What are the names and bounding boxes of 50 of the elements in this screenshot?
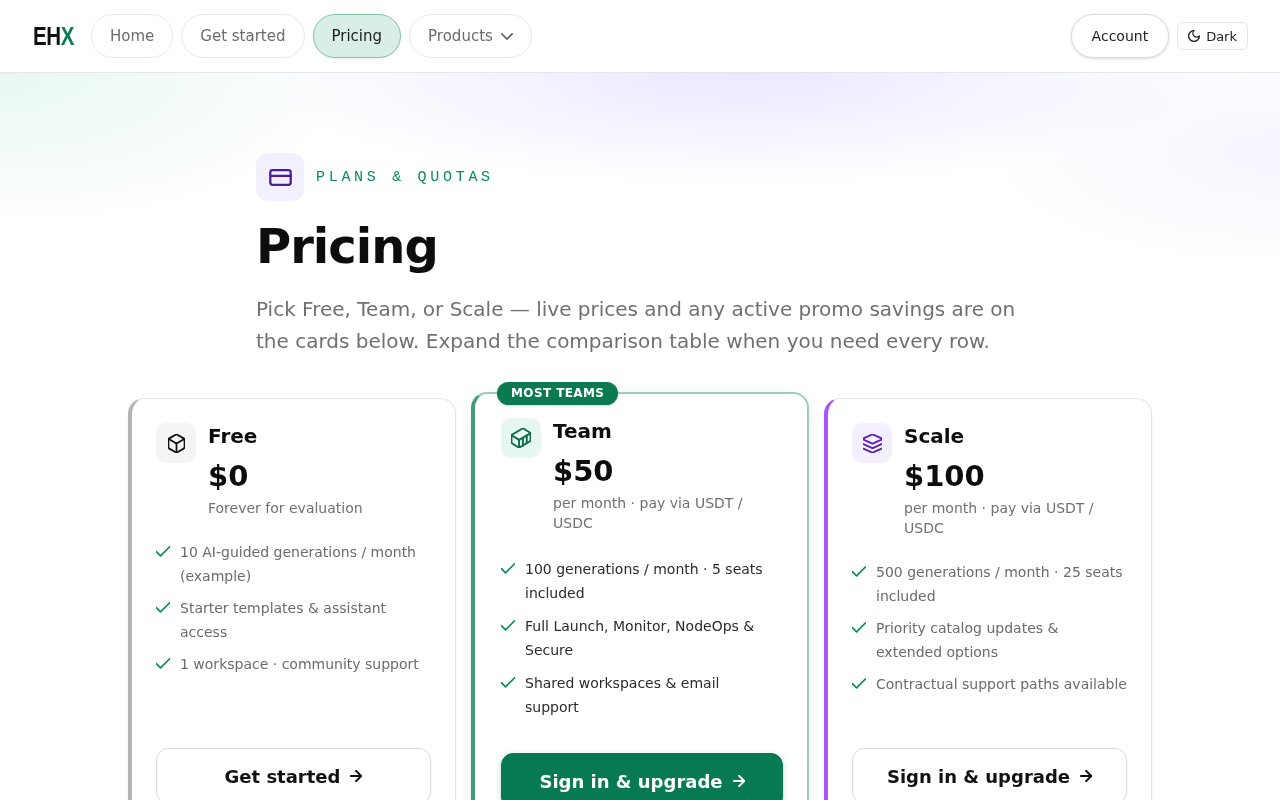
feature-text: Priority catalog updates & extended options bbox=[876, 619, 1060, 662]
container-icon bbox=[501, 418, 541, 458]
arrow-right-icon bbox=[732, 775, 745, 787]
page-title: Pricing bbox=[256, 220, 439, 273]
cta-button[interactable]: Sign in & upgrade bbox=[852, 748, 1127, 800]
nav-link[interactable]: Home bbox=[91, 14, 174, 58]
arrow-right-icon bbox=[350, 770, 363, 782]
plan-note: per month · pay via USDT / USDC bbox=[904, 499, 1095, 538]
feature-text: 1 workspace · community support bbox=[180, 655, 419, 674]
plan-name: Team bbox=[553, 418, 613, 444]
plan-note: per month · pay via USDT / USDC bbox=[553, 494, 744, 533]
chevron-down-icon bbox=[500, 32, 513, 40]
check-icon bbox=[156, 546, 170, 557]
nav-link[interactable]: Products bbox=[409, 14, 532, 58]
cta-button[interactable]: Sign in & upgrade bbox=[501, 753, 783, 800]
cta-button[interactable]: Get started bbox=[156, 748, 431, 800]
plan-badge: MOST TEAMS bbox=[497, 382, 619, 405]
account-button[interactable]: Account bbox=[1070, 14, 1170, 58]
plan-price: $50 bbox=[553, 453, 615, 490]
check-icon bbox=[501, 620, 515, 631]
plan-name: Free bbox=[208, 423, 259, 449]
arrow-right-icon bbox=[1080, 770, 1092, 782]
logo[interactable]: EHX bbox=[33, 23, 74, 49]
plan-price: $100 bbox=[904, 458, 986, 495]
plan-name: Scale bbox=[904, 423, 966, 449]
plan-price: $0 bbox=[208, 458, 250, 495]
nav-link[interactable]: Pricing bbox=[312, 14, 402, 58]
layers-icon bbox=[852, 423, 892, 463]
check-icon bbox=[852, 622, 866, 633]
nav-link[interactable]: Get started bbox=[181, 14, 305, 58]
cube-icon bbox=[156, 423, 196, 463]
page-subtitle: Pick Free, Team, or Scale — live prices and any active promo savings are on the cards below. Expand the comparison table when you need every row. bbox=[256, 296, 1017, 355]
moon-icon bbox=[1188, 30, 1201, 42]
check-icon bbox=[501, 563, 515, 574]
check-icon bbox=[852, 678, 866, 689]
plan-note: Forever for evaluation bbox=[208, 499, 363, 518]
feature-text: Full Launch, Monitor, NodeOps & Secure bbox=[525, 617, 756, 660]
feature-text: Contractual support paths available bbox=[876, 675, 1127, 694]
check-icon bbox=[501, 677, 515, 688]
eyebrow-label: PLANS & QUOTAS bbox=[316, 168, 494, 186]
feature-text: 100 generations / month · 5 seats included bbox=[525, 560, 764, 603]
feature-text: Shared workspaces & email support bbox=[525, 674, 721, 717]
check-icon bbox=[156, 658, 170, 669]
theme-toggle[interactable]: Dark bbox=[1177, 22, 1248, 50]
feature-text: 10 AI-guided generations / month (example) bbox=[180, 543, 417, 586]
feature-text: Starter templates & assistant access bbox=[180, 599, 388, 642]
check-icon bbox=[852, 566, 866, 577]
check-icon bbox=[156, 602, 170, 613]
feature-text: 500 generations / month · 25 seats included bbox=[876, 563, 1124, 606]
credit-card-icon bbox=[256, 153, 304, 201]
